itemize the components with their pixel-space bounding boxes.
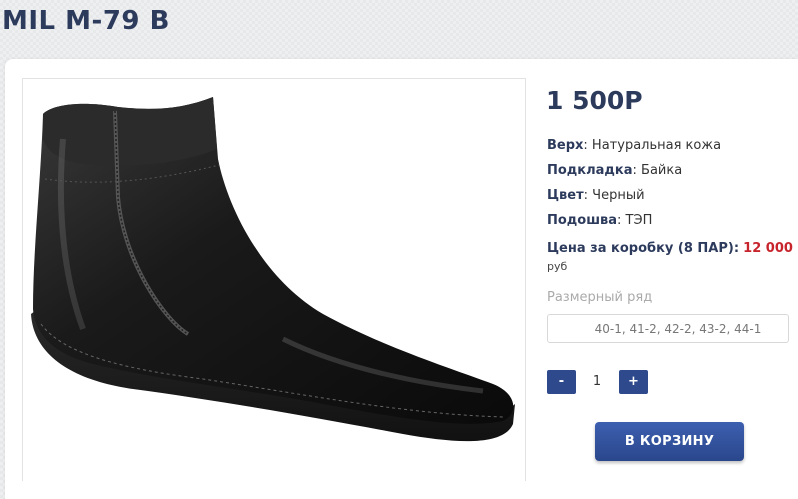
spec-label: Подкладка	[547, 163, 633, 178]
boot-image	[31, 97, 515, 442]
spec-lining: Подкладка: Байка	[547, 162, 721, 187]
box-price: Цена за коробку (8 ПАР): 12 000	[547, 241, 793, 256]
spec-upper: Верх: Натуральная кожа	[547, 137, 721, 162]
quantity-minus-button[interactable]: -	[547, 370, 576, 394]
spec-value: : ТЭП	[617, 213, 653, 228]
spec-color: Цвет: Черный	[547, 187, 721, 212]
quantity-plus-button[interactable]: +	[619, 370, 648, 394]
spec-label: Верх	[547, 138, 584, 153]
product-image[interactable]	[22, 78, 526, 481]
product-title: MIL M-79 B	[2, 6, 170, 36]
size-range-label: Размерный ряд	[547, 290, 653, 305]
spec-label: Подошва	[547, 213, 618, 228]
add-to-cart-button[interactable]: В КОРЗИНУ	[595, 422, 744, 461]
spec-value: : Байка	[632, 163, 683, 178]
spec-value: : Натуральная кожа	[583, 138, 722, 153]
box-price-value: 12 000	[743, 241, 793, 256]
box-price-label: Цена за коробку (8 ПАР):	[547, 241, 740, 256]
product-specs: Верх: Натуральная кожа Подкладка: Байка …	[547, 137, 721, 237]
spec-label: Цвет	[547, 188, 584, 203]
currency-label: руб	[547, 260, 568, 273]
quantity-input[interactable]: 1	[578, 370, 616, 394]
size-range-select[interactable]: 40-1, 41-2, 42-2, 43-2, 44-1	[547, 314, 789, 343]
product-price: 1 500Р	[546, 86, 643, 115]
spec-sole: Подошва: ТЭП	[547, 212, 721, 237]
spec-value: : Черный	[583, 188, 645, 203]
